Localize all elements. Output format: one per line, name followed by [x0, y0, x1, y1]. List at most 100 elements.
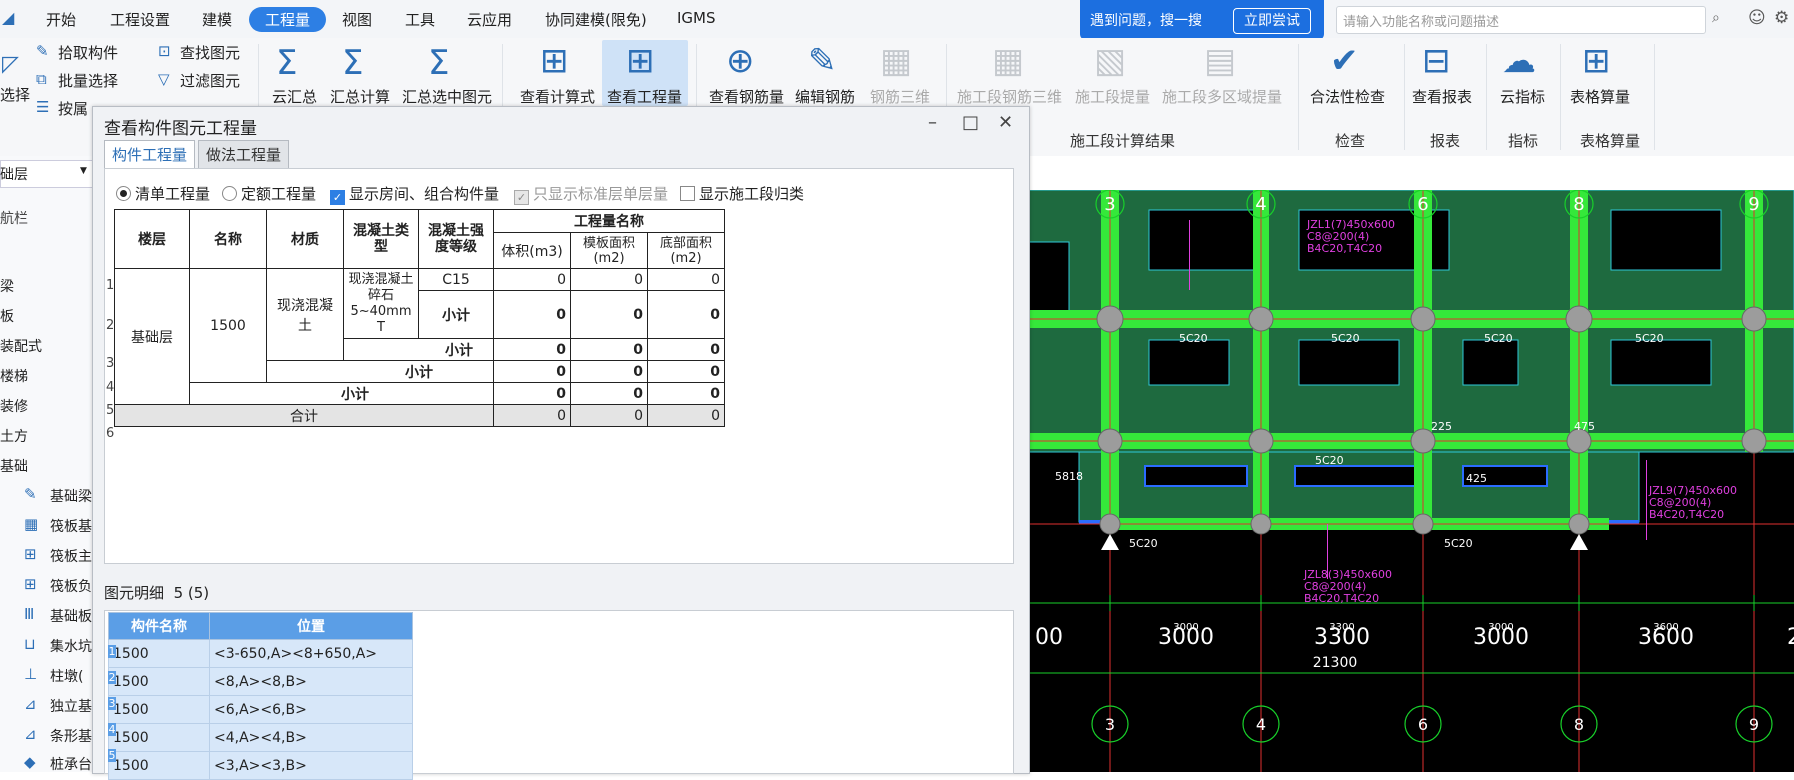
chevron-down-icon: ▼: [80, 166, 87, 176]
checkbox-only-standard[interactable]: ✓ 只显示标准层单层量: [514, 183, 668, 205]
cad-canvas[interactable]: 3 4 6 8 9 3 4 6 8 9 00 3000 3300 3000 36…: [1029, 190, 1794, 772]
axis-bottom-9: 9: [1749, 715, 1759, 734]
cell-volume: 0: [493, 382, 571, 405]
rebar-3d-button[interactable]: 钢筋三维: [870, 86, 930, 107]
menu-collab[interactable]: 协同建模(限免): [545, 9, 647, 30]
detail-col-name[interactable]: 构件名称: [108, 612, 210, 640]
tab-method-quantity[interactable]: 做法工程量: [198, 140, 290, 169]
nav-strip-footing[interactable]: 条形基: [50, 726, 92, 746]
cell-formwork: 0: [570, 338, 648, 361]
legality-check-button[interactable]: 合法性检查: [1310, 86, 1385, 107]
nav-earthwork[interactable]: 土方: [0, 426, 28, 446]
detail-row-number: 2: [108, 671, 116, 684]
menu-cloud[interactable]: 云应用: [467, 9, 512, 30]
cloud-index-button[interactable]: 云指标: [1500, 86, 1545, 107]
table-row[interactable]: 1500 <8,A><8,B>: [108, 667, 413, 696]
table-calc-button[interactable]: 表格算量: [1570, 86, 1630, 107]
menu-igms[interactable]: IGMS: [677, 9, 716, 27]
checkbox-show-rooms-label: 显示房间、组合构件量: [349, 185, 500, 203]
detail-position: <3,A><3,B>: [209, 751, 413, 780]
select-button[interactable]: 选择: [0, 84, 30, 105]
cell-concrete: 现浇混凝土 碎石 5~40mm T: [343, 268, 419, 339]
by-attr-button[interactable]: 按属: [58, 98, 88, 119]
maximize-icon[interactable]: □: [962, 112, 979, 133]
tab-component-quantity[interactable]: 构件工程量: [104, 140, 196, 171]
view-report-button[interactable]: 查看报表: [1412, 86, 1472, 107]
nav-foundation-strip[interactable]: 基础板: [50, 606, 92, 626]
cell-volume: 0: [493, 290, 571, 339]
section-multi-extract-button[interactable]: 施工段多区域提量: [1162, 86, 1282, 107]
detail-header: 图元明细 5 (5): [104, 582, 209, 603]
beam-label-b4-c: B4C20,T4C20: [1649, 508, 1724, 521]
table-row[interactable]: 1500 <3,A><3,B>: [108, 751, 413, 780]
radio-dinge[interactable]: 定额工程量: [222, 183, 316, 204]
col-name: 名称: [189, 209, 267, 269]
nav-raft[interactable]: 筏板基: [50, 516, 92, 536]
minimize-icon[interactable]: –: [928, 112, 937, 133]
nav-column-pier[interactable]: 柱墩(: [50, 666, 83, 686]
menu-tools[interactable]: 工具: [405, 9, 435, 30]
try-now-button[interactable]: 立即尝试: [1233, 8, 1311, 34]
radio-qingdan[interactable]: 清单工程量: [116, 183, 210, 204]
table-row[interactable]: 1500 <4,A><4,B>: [108, 723, 413, 752]
sum-calc-button[interactable]: 汇总计算: [330, 86, 390, 107]
menu-quantity[interactable]: 工程量: [249, 7, 327, 32]
detail-count: 5 (5): [173, 584, 210, 602]
col-quantity-group: 工程量名称: [493, 209, 725, 233]
foundation-beam-icon: ✎: [24, 485, 37, 503]
close-icon[interactable]: ✕: [998, 112, 1013, 133]
view-formula-icon: ⊞: [540, 41, 569, 81]
rebar-5818: 5818: [1055, 470, 1083, 483]
nav-foundation[interactable]: 基础: [0, 456, 28, 476]
nav-pile-cap[interactable]: 桩承台: [50, 754, 92, 774]
menu-project-settings[interactable]: 工程设置: [110, 9, 170, 30]
sump-icon: ⊔: [24, 635, 36, 653]
rebar-5c20-c: 5C20: [1484, 332, 1513, 345]
nav-foundation-beam[interactable]: 基础梁: [50, 486, 92, 506]
checkbox-show-section[interactable]: 显示施工段归类: [680, 183, 804, 204]
cell-bottom: 0: [647, 382, 725, 405]
table-row[interactable]: 1500 <6,A><6,B>: [108, 695, 413, 724]
nav-decoration[interactable]: 装修: [0, 396, 28, 416]
pick-component-button[interactable]: 拾取构件: [58, 42, 118, 63]
row-number: 6: [106, 426, 115, 441]
menu-start[interactable]: 开始: [46, 9, 76, 30]
batch-select-button[interactable]: 批量选择: [58, 70, 118, 91]
view-quantity-button[interactable]: 查看工程量: [607, 86, 682, 107]
nav-raft-neg-rebar[interactable]: 筏板负: [50, 576, 92, 596]
checkbox-show-rooms[interactable]: ✓ 显示房间、组合构件量: [330, 183, 499, 205]
detail-name: 1500: [108, 751, 210, 780]
cloud-index-icon: ☁: [1502, 41, 1536, 81]
section-extract-button[interactable]: 施工段提量: [1075, 86, 1150, 107]
find-element-button[interactable]: 查找图元: [180, 42, 240, 63]
cloud-sum-button[interactable]: 云汇总: [272, 86, 317, 107]
nav-slab[interactable]: 板: [0, 306, 14, 326]
nav-raft-main-rebar[interactable]: 筏板主: [50, 546, 92, 566]
axis-bottom-3: 3: [1105, 715, 1115, 734]
axis-bottom-6: 6: [1418, 715, 1428, 734]
view-report-icon: ⊟: [1422, 41, 1451, 81]
view-quantity-icon: ⊞: [626, 41, 655, 81]
filter-element-button[interactable]: 过滤图元: [180, 70, 240, 91]
rebar-225-a: 225: [1431, 420, 1452, 433]
nav-sump[interactable]: 集水坑: [50, 636, 92, 656]
nav-prefab[interactable]: 装配式: [0, 336, 42, 356]
nav-beam[interactable]: 梁: [0, 276, 14, 296]
search-icon[interactable]: ⌕: [1712, 10, 1720, 26]
view-rebar-button[interactable]: 查看钢筋量: [709, 86, 784, 107]
nav-stairs[interactable]: 楼梯: [0, 366, 28, 386]
detail-col-position[interactable]: 位置: [209, 612, 413, 640]
detail-name: 1500: [108, 695, 210, 724]
menu-view[interactable]: 视图: [342, 9, 372, 30]
view-formula-button[interactable]: 查看计算式: [520, 86, 595, 107]
settings-icon[interactable]: ⚙: [1774, 8, 1789, 28]
user-icon[interactable]: ☺: [1748, 8, 1766, 28]
nav-isolated-footing[interactable]: 独立基: [50, 696, 92, 716]
table-row[interactable]: 1500 <3-650,A><8+650,A>: [108, 639, 413, 668]
sum-selected-button[interactable]: 汇总选中图元: [402, 86, 492, 107]
axis-bottom-4: 4: [1256, 715, 1266, 734]
section-rebar-3d-button[interactable]: 施工段钢筋三维: [957, 86, 1062, 107]
menu-modeling[interactable]: 建模: [202, 9, 232, 30]
edit-rebar-button[interactable]: 编辑钢筋: [795, 86, 855, 107]
section-extract-icon: ▧: [1094, 41, 1127, 81]
